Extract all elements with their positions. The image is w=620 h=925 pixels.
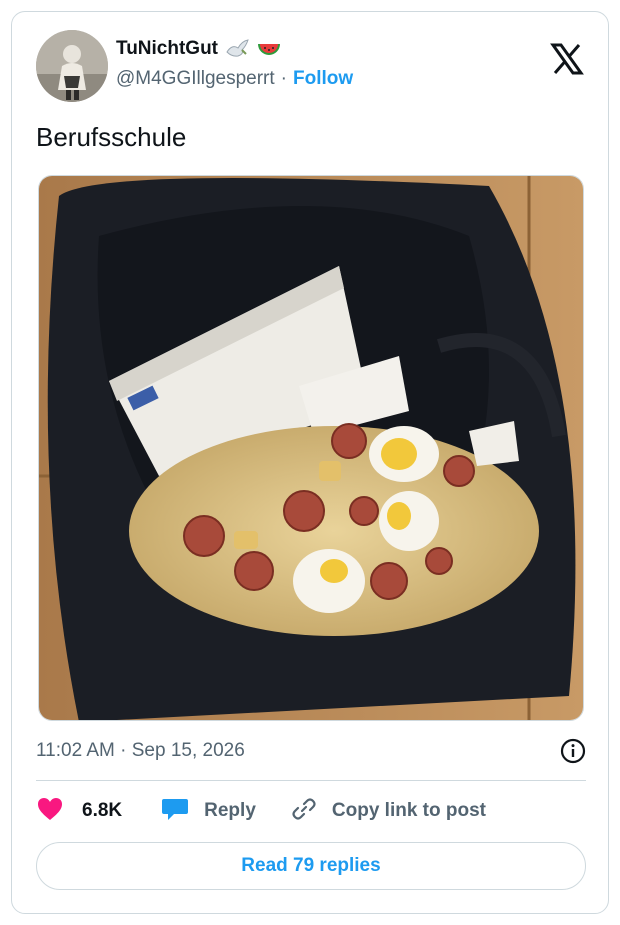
- tweet-photo[interactable]: [38, 175, 584, 721]
- action-bar: 6.8K Reply Copy link to post: [36, 794, 486, 828]
- avatar[interactable]: [36, 30, 108, 102]
- handle[interactable]: @M4GGIllgesperrt: [116, 68, 275, 90]
- reply-button[interactable]: Reply: [160, 795, 256, 828]
- timestamp[interactable]: 11:02 AM · Sep 15, 2026: [36, 740, 245, 761]
- tweet-header: TuNichtGut @M4GGIllgesperrt · Follow: [36, 30, 586, 106]
- copy-link-button[interactable]: Copy link to post: [290, 795, 486, 828]
- x-logo-icon[interactable]: [550, 42, 584, 76]
- reply-label: Reply: [204, 800, 256, 821]
- copy-link-label: Copy link to post: [331, 800, 486, 821]
- info-icon[interactable]: [560, 738, 586, 764]
- display-name[interactable]: TuNichtGut: [116, 38, 218, 60]
- author-names: TuNichtGut @M4GGIllgesperrt · Follow: [116, 36, 353, 90]
- separator-dot: ·: [280, 68, 287, 89]
- speech-bubble-icon: [160, 795, 190, 828]
- tweet-text: Berufsschule: [36, 122, 187, 152]
- link-icon: [290, 795, 318, 828]
- like-count: 6.8K: [82, 800, 123, 821]
- like-button[interactable]: 6.8K: [36, 796, 122, 827]
- watermelon-emoji: [256, 38, 282, 60]
- follow-button[interactable]: Follow: [293, 68, 353, 90]
- divider: [36, 780, 586, 781]
- read-replies-button[interactable]: Read 79 replies: [36, 842, 586, 890]
- dove-emoji: [224, 38, 250, 60]
- tweet-meta: 11:02 AM · Sep 15, 2026: [36, 736, 586, 766]
- tweet-card: TuNichtGut @M4GGIllgesperrt · Follow Ber…: [11, 11, 609, 914]
- heart-icon: [36, 796, 64, 827]
